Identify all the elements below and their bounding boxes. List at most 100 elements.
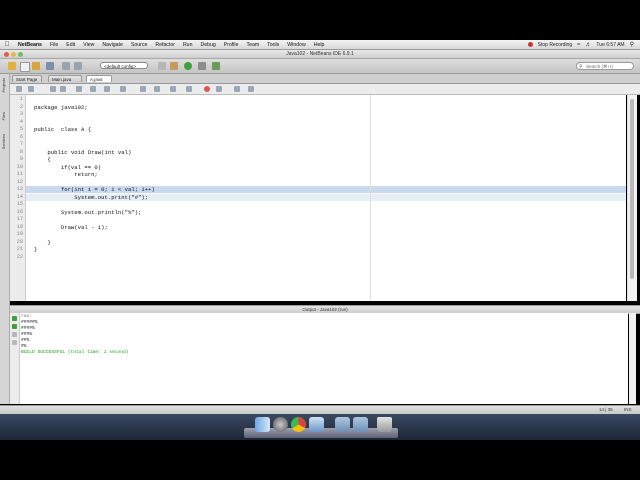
rerun-config-icon[interactable] — [12, 324, 17, 329]
output-line: ##% — [21, 338, 30, 343]
menu-source[interactable]: Source — [127, 42, 151, 48]
prev-bookmark-icon[interactable] — [140, 86, 146, 92]
line-number: 2 — [19, 103, 23, 110]
redo-icon[interactable] — [74, 62, 82, 70]
search-icon: ⚲ — [579, 64, 583, 70]
forward-icon[interactable] — [60, 86, 66, 92]
uncomment-icon[interactable] — [248, 86, 254, 92]
line-number: 17 — [16, 216, 23, 222]
netbeans-icon[interactable] — [309, 417, 324, 432]
stop-icon[interactable] — [12, 332, 17, 337]
tab-a-java[interactable]: A.java — [86, 75, 112, 82]
find-previous-icon[interactable] — [90, 86, 96, 92]
output-line: #####% — [21, 320, 38, 325]
output-line: #% — [21, 344, 27, 349]
line-number: 16 — [16, 208, 23, 215]
stop-macro-icon[interactable] — [216, 86, 222, 92]
menu-profile[interactable]: Profile — [220, 42, 243, 48]
line-number: 1 — [19, 96, 23, 102]
run-icon[interactable] — [184, 62, 192, 70]
shift-right-icon[interactable] — [186, 86, 192, 92]
clean-build-icon[interactable] — [170, 62, 178, 70]
side-panel-strip: Projects Files Services — [0, 74, 10, 404]
menu-navigate[interactable]: Navigate — [98, 42, 126, 48]
code-line: package java102; — [34, 103, 88, 111]
line-number: 19 — [16, 231, 23, 237]
main-toolbar: <default config> ⚲ Search (⌘+I) — [0, 59, 640, 74]
new-project-icon[interactable] — [8, 62, 16, 70]
menu-help[interactable]: Help — [310, 42, 329, 48]
menu-window[interactable]: Window — [283, 42, 309, 48]
comment-icon[interactable] — [234, 86, 240, 92]
menu-team[interactable]: Team — [242, 42, 263, 48]
menu-tools[interactable]: Tools — [263, 42, 283, 48]
clock[interactable]: Tue 6:57 AM — [596, 42, 624, 48]
shift-left-icon[interactable] — [170, 86, 176, 92]
tab-start-page[interactable]: Start Page — [12, 75, 42, 82]
stop-recording-item[interactable]: Stop Recording — [538, 42, 572, 48]
volume-icon[interactable]: ♬ — [585, 42, 591, 48]
line-number: 18 — [16, 223, 23, 230]
record-icon — [527, 42, 533, 47]
code-editor[interactable]: package java102; public class A { public… — [26, 95, 626, 301]
code-line: return; — [34, 171, 98, 178]
find-next-icon[interactable] — [104, 86, 110, 92]
system-preferences-icon[interactable] — [273, 417, 288, 432]
rerun-icon[interactable] — [12, 316, 17, 321]
code-line: } — [34, 246, 38, 253]
start-macro-icon[interactable] — [204, 86, 210, 92]
debug-icon[interactable] — [198, 62, 206, 70]
menu-debug[interactable]: Debug — [196, 42, 219, 48]
line-number-gutter: 1 2 3 4 5 6 7 8 9 10 11 12 13 14 15 16 1… — [10, 95, 26, 301]
build-icon[interactable] — [158, 62, 166, 70]
services-tab[interactable]: Services — [1, 134, 8, 149]
files-tab[interactable]: Files — [1, 112, 8, 120]
new-file-icon[interactable] — [20, 62, 30, 72]
finder-icon[interactable] — [255, 417, 270, 432]
line-number: 15 — [16, 201, 23, 207]
configuration-select[interactable]: <default config> — [100, 62, 148, 69]
line-number: 8 — [19, 148, 23, 155]
source-view-icon[interactable] — [16, 86, 22, 92]
menu-file[interactable]: File — [46, 42, 62, 48]
menu-edit[interactable]: Edit — [62, 42, 79, 48]
open-project-icon[interactable] — [32, 62, 40, 70]
applications-folder-icon[interactable] — [335, 417, 350, 432]
search-input[interactable]: ⚲ Search (⌘+I) — [576, 62, 634, 70]
menu-run[interactable]: Run — [179, 42, 197, 48]
save-all-icon[interactable] — [46, 62, 54, 70]
history-icon[interactable] — [28, 86, 34, 92]
chrome-icon[interactable] — [291, 417, 306, 432]
profile-icon[interactable] — [212, 62, 220, 70]
output-line: run: — [21, 314, 33, 319]
scroll-thumb[interactable] — [630, 99, 634, 279]
line-number: 21 — [16, 246, 23, 252]
output-line: ###% — [21, 332, 33, 337]
tab-main-java[interactable]: Main.java — [48, 75, 82, 82]
next-bookmark-icon[interactable] — [154, 86, 160, 92]
find-icon[interactable] — [76, 86, 82, 92]
letterbox-top — [0, 0, 640, 40]
trash-icon[interactable] — [377, 417, 392, 432]
editor-tab-bar: Start Page Main.java A.java — [10, 74, 640, 84]
menu-refactor[interactable]: Refactor — [151, 42, 179, 48]
spotlight-icon[interactable]: ⚲ — [630, 41, 634, 48]
documents-folder-icon[interactable] — [353, 417, 368, 432]
projects-tab[interactable]: Projects — [1, 78, 8, 92]
editor-scrollbar[interactable] — [627, 95, 637, 301]
toggle-highlight-icon[interactable] — [120, 86, 126, 92]
line-number: 14 — [16, 193, 23, 200]
menu-app-name[interactable]: NetBeans — [14, 42, 46, 48]
undo-icon[interactable] — [62, 62, 70, 70]
clear-icon[interactable] — [12, 340, 17, 345]
wifi-icon[interactable]: ≈ — [577, 42, 580, 48]
back-icon[interactable] — [50, 86, 56, 92]
output-scrollbar[interactable] — [629, 313, 636, 404]
code-line: { — [34, 156, 51, 163]
menu-view[interactable]: View — [79, 42, 98, 48]
output-console[interactable]: run: #####% ####% ###% ##% #% BUILD SUCC… — [20, 313, 628, 404]
code-line: } — [34, 238, 51, 246]
code-line: for(int i = 0; i < val; i++) — [34, 186, 155, 193]
apple-icon[interactable]:  — [0, 41, 14, 48]
line-number: 5 — [19, 126, 23, 132]
